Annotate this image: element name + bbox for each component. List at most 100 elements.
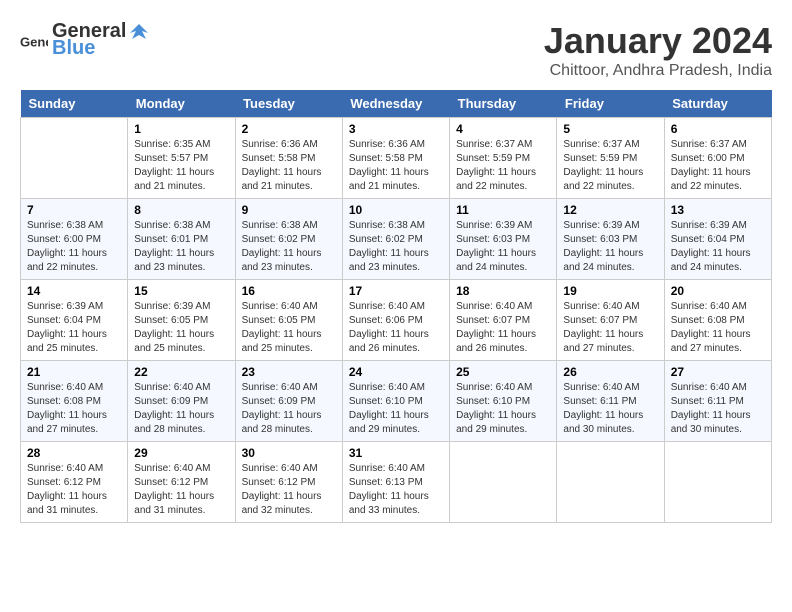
day-number: 13	[671, 203, 765, 217]
day-number: 19	[563, 284, 657, 298]
calendar-cell: 6Sunrise: 6:37 AMSunset: 6:00 PMDaylight…	[664, 118, 771, 199]
calendar-cell: 29 Sunrise: 6:40 AMSunset: 6:12 PMDayligh…	[128, 442, 235, 523]
header-day-tuesday: Tuesday	[235, 90, 342, 118]
calendar-cell: 12Sunrise: 6:39 AMSunset: 6:03 PMDayligh…	[557, 199, 664, 280]
calendar-cell: 4 Sunrise: 6:37 AMSunset: 5:59 PMDaylight…	[450, 118, 557, 199]
calendar-cell: 2Sunrise: 6:36 AMSunset: 5:58 PMDaylight…	[235, 118, 342, 199]
day-number: 8	[134, 203, 228, 217]
day-number: 16	[242, 284, 336, 298]
subtitle: Chittoor, Andhra Pradesh, India	[544, 62, 772, 80]
day-number: 25	[456, 365, 550, 379]
calendar-cell: 17 Sunrise: 6:40 AMSunset: 6:06 PMDayligh…	[342, 280, 449, 361]
day-number: 24	[349, 365, 443, 379]
day-number: 23	[242, 365, 336, 379]
day-number: 26	[563, 365, 657, 379]
day-info: Sunrise: 6:40 AMSunset: 6:07 PMDaylight:…	[456, 300, 550, 356]
day-number: 5	[563, 122, 657, 136]
page-header: General General Blue January 2024 Chitto…	[20, 20, 772, 80]
svg-text:General: General	[20, 35, 48, 50]
day-number: 22	[134, 365, 228, 379]
calendar-cell	[450, 442, 557, 523]
day-number: 7	[27, 203, 121, 217]
calendar-cell: 30 Sunrise: 6:40 AMSunset: 6:12 PMDayligh…	[235, 442, 342, 523]
day-info: Sunrise: 6:38 AMSunset: 6:00 PMDaylight:…	[27, 219, 121, 275]
header-day-thursday: Thursday	[450, 90, 557, 118]
day-info: Sunrise: 6:40 AMSunset: 6:08 PMDaylight:…	[671, 300, 765, 356]
header-day-wednesday: Wednesday	[342, 90, 449, 118]
day-number: 28	[27, 446, 121, 460]
calendar-table: SundayMondayTuesdayWednesdayThursdayFrid…	[20, 90, 772, 523]
calendar-cell: 11Sunrise: 6:39 AMSunset: 6:03 PMDayligh…	[450, 199, 557, 280]
main-title: January 2024	[544, 20, 772, 62]
calendar-cell: 23 Sunrise: 6:40 AMSunset: 6:09 PMDayligh…	[235, 361, 342, 442]
day-info: Sunrise: 6:40 AMSunset: 6:07 PMDaylight:…	[563, 300, 657, 356]
day-number: 21	[27, 365, 121, 379]
day-info: Sunrise: 6:40 AMSunset: 6:12 PMDaylight:…	[134, 462, 228, 518]
day-info: Sunrise: 6:37 AMSunset: 5:59 PMDaylight:…	[456, 138, 550, 194]
header-day-sunday: Sunday	[21, 90, 128, 118]
day-number: 4	[456, 122, 550, 136]
calendar-cell	[664, 442, 771, 523]
day-info: Sunrise: 6:35 AMSunset: 5:57 PMDaylight:…	[134, 138, 228, 194]
calendar-cell: 10Sunrise: 6:38 AMSunset: 6:02 PMDayligh…	[342, 199, 449, 280]
calendar-cell: 1 Sunrise: 6:35 AMSunset: 5:57 PMDaylight…	[128, 118, 235, 199]
week-row-3: 14 Sunrise: 6:39 AMSunset: 6:04 PMDayligh…	[21, 280, 772, 361]
calendar-cell: 8 Sunrise: 6:38 AMSunset: 6:01 PMDaylight…	[128, 199, 235, 280]
calendar-cell: 22 Sunrise: 6:40 AMSunset: 6:09 PMDayligh…	[128, 361, 235, 442]
calendar-cell: 19 Sunrise: 6:40 AMSunset: 6:07 PMDayligh…	[557, 280, 664, 361]
day-info: Sunrise: 6:40 AMSunset: 6:06 PMDaylight:…	[349, 300, 443, 356]
day-number: 11	[456, 203, 550, 217]
day-number: 20	[671, 284, 765, 298]
logo: General General Blue	[20, 20, 150, 60]
day-number: 31	[349, 446, 443, 460]
day-info: Sunrise: 6:37 AMSunset: 5:59 PMDaylight:…	[563, 138, 657, 194]
header-day-monday: Monday	[128, 90, 235, 118]
day-number: 3	[349, 122, 443, 136]
calendar-cell	[557, 442, 664, 523]
day-info: Sunrise: 6:40 AMSunset: 6:11 PMDaylight:…	[563, 381, 657, 437]
day-info: Sunrise: 6:36 AMSunset: 5:58 PMDaylight:…	[349, 138, 443, 194]
calendar-cell: 18 Sunrise: 6:40 AMSunset: 6:07 PMDayligh…	[450, 280, 557, 361]
day-info: Sunrise: 6:38 AMSunset: 6:01 PMDaylight:…	[134, 219, 228, 275]
calendar-cell: 28Sunrise: 6:40 AMSunset: 6:12 PMDayligh…	[21, 442, 128, 523]
week-row-4: 21Sunrise: 6:40 AMSunset: 6:08 PMDayligh…	[21, 361, 772, 442]
day-info: Sunrise: 6:39 AMSunset: 6:05 PMDaylight:…	[134, 300, 228, 356]
day-info: Sunrise: 6:40 AMSunset: 6:12 PMDaylight:…	[242, 462, 336, 518]
title-section: January 2024 Chittoor, Andhra Pradesh, I…	[544, 20, 772, 80]
day-info: Sunrise: 6:40 AMSunset: 6:09 PMDaylight:…	[134, 381, 228, 437]
day-number: 9	[242, 203, 336, 217]
week-row-2: 7 Sunrise: 6:38 AMSunset: 6:00 PMDaylight…	[21, 199, 772, 280]
calendar-cell: 20 Sunrise: 6:40 AMSunset: 6:08 PMDayligh…	[664, 280, 771, 361]
calendar-cell: 27 Sunrise: 6:40 AMSunset: 6:11 PMDayligh…	[664, 361, 771, 442]
calendar-cell	[21, 118, 128, 199]
day-number: 1	[134, 122, 228, 136]
calendar-cell: 26 Sunrise: 6:40 AMSunset: 6:11 PMDayligh…	[557, 361, 664, 442]
week-row-1: 1 Sunrise: 6:35 AMSunset: 5:57 PMDaylight…	[21, 118, 772, 199]
day-number: 12	[563, 203, 657, 217]
calendar-cell: 14 Sunrise: 6:39 AMSunset: 6:04 PMDayligh…	[21, 280, 128, 361]
calendar-cell: 5 Sunrise: 6:37 AMSunset: 5:59 PMDaylight…	[557, 118, 664, 199]
calendar-cell: 31Sunrise: 6:40 AMSunset: 6:13 PMDayligh…	[342, 442, 449, 523]
day-info: Sunrise: 6:38 AMSunset: 6:02 PMDaylight:…	[242, 219, 336, 275]
day-info: Sunrise: 6:39 AMSunset: 6:04 PMDaylight:…	[671, 219, 765, 275]
header-day-friday: Friday	[557, 90, 664, 118]
day-number: 30	[242, 446, 336, 460]
day-info: Sunrise: 6:40 AMSunset: 6:11 PMDaylight:…	[671, 381, 765, 437]
calendar-cell: 21Sunrise: 6:40 AMSunset: 6:08 PMDayligh…	[21, 361, 128, 442]
day-number: 27	[671, 365, 765, 379]
day-info: Sunrise: 6:39 AMSunset: 6:04 PMDaylight:…	[27, 300, 121, 356]
day-info: Sunrise: 6:37 AMSunset: 6:00 PMDaylight:…	[671, 138, 765, 194]
day-info: Sunrise: 6:40 AMSunset: 6:10 PMDaylight:…	[349, 381, 443, 437]
header-row: SundayMondayTuesdayWednesdayThursdayFrid…	[21, 90, 772, 118]
day-number: 17	[349, 284, 443, 298]
calendar-cell: 15Sunrise: 6:39 AMSunset: 6:05 PMDayligh…	[128, 280, 235, 361]
day-number: 2	[242, 122, 336, 136]
day-info: Sunrise: 6:40 AMSunset: 6:10 PMDaylight:…	[456, 381, 550, 437]
calendar-cell: 9 Sunrise: 6:38 AMSunset: 6:02 PMDaylight…	[235, 199, 342, 280]
logo-icon: General	[20, 26, 48, 54]
day-number: 14	[27, 284, 121, 298]
day-number: 18	[456, 284, 550, 298]
day-info: Sunrise: 6:40 AMSunset: 6:09 PMDaylight:…	[242, 381, 336, 437]
day-number: 29	[134, 446, 228, 460]
calendar-cell: 16Sunrise: 6:40 AMSunset: 6:05 PMDayligh…	[235, 280, 342, 361]
